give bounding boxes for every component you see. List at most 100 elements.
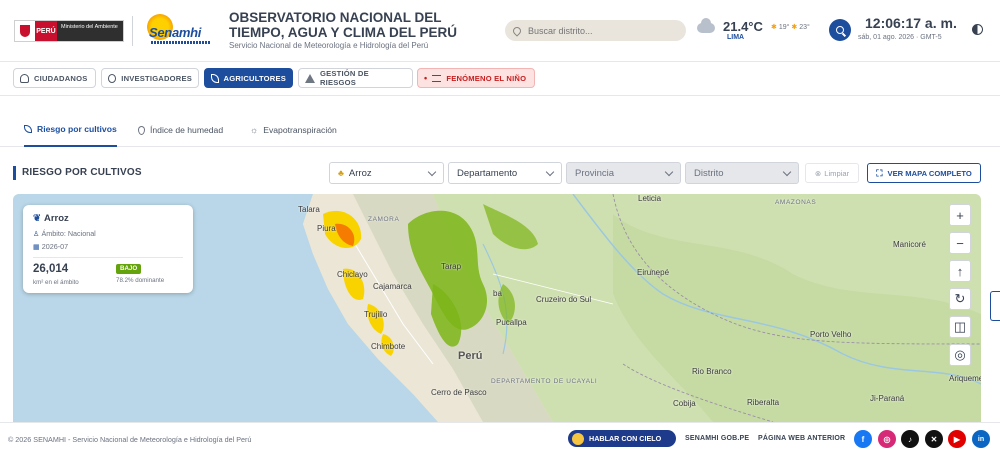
drop-icon [138, 125, 145, 135]
nav-fenomeno-nino[interactable]: • FENÓMENO EL NIÑO [417, 68, 535, 88]
clear-icon: ⊗ [814, 168, 822, 178]
nav-label: INVESTIGADORES [121, 73, 192, 83]
district-select[interactable]: Distrito [685, 162, 799, 184]
expand-icon: ⛶ [876, 167, 883, 178]
max-temp-icon: ✱ [791, 24, 798, 31]
warning-icon [305, 73, 315, 83]
province-select[interactable]: Provincia [566, 162, 681, 184]
refresh-icon: ↻ [954, 291, 966, 306]
arrow-up-icon: ↑ [956, 263, 964, 279]
zoom-out-button[interactable]: − [949, 232, 971, 254]
department-select-value: Departamento [457, 167, 518, 179]
map-label: ba [493, 289, 502, 298]
chat-cielo-button[interactable]: HABLAR CON CIELO [568, 430, 676, 447]
card-scope: ♙ Ámbito: Nacional [33, 229, 96, 238]
3d-view-button[interactable]: ◫ [949, 316, 971, 338]
previous-site-link[interactable]: PÁGINA WEB ANTERIOR [758, 435, 845, 442]
leaf-icon [211, 73, 219, 83]
nav-label: FENÓMENO EL NIÑO [446, 73, 527, 83]
senamhi-link[interactable]: SENAMHI GOB.PE [685, 435, 749, 442]
calendar-icon: ▦ [33, 242, 40, 251]
full-map-label: VER MAPA COMPLETO [887, 168, 972, 178]
location-pin-icon [511, 24, 523, 37]
map-label: Ariquemes [949, 374, 981, 383]
senamhi-logo[interactable]: Senamhi [145, 12, 215, 50]
map-label: Pucallpa [496, 318, 527, 327]
ministry-logo[interactable]: PERÚ Ministerio del Ambiente [14, 20, 124, 42]
user-icon: ♙ [33, 229, 40, 238]
tiktok-icon[interactable]: ♪ [901, 430, 919, 448]
search-button[interactable] [829, 19, 851, 41]
card-crop-label: Arroz [43, 213, 69, 224]
feedback-side-tab[interactable] [990, 291, 1000, 321]
map-region-label: ZAMORA [368, 216, 400, 223]
max-temp: 23° [799, 24, 810, 31]
map-label: Eirunepé [637, 268, 670, 277]
date-label: sáb, 01 ago. 2026 · GMT-5 [858, 34, 942, 41]
north-button[interactable]: ↑ [949, 260, 971, 282]
tab-evapotranspiracion[interactable]: ☼ Evapotranspiración [250, 113, 337, 147]
card-crop-name: ❦ Arroz [33, 213, 69, 224]
youtube-icon[interactable]: ▶ [948, 430, 966, 448]
nav-investigadores[interactable]: INVESTIGADORES [101, 68, 199, 88]
department-select[interactable]: Departamento [448, 162, 562, 184]
map-label: Ji-Paraná [870, 394, 905, 403]
tab-label: Riesgo por cultivos [37, 124, 117, 134]
header: PERÚ Ministerio del Ambiente Senamhi OBS… [0, 0, 1000, 62]
map-region-label: DEPARTAMENTO DE UCAYALI [491, 378, 598, 385]
card-area: 26,014 [33, 263, 69, 275]
linkedin-icon[interactable]: in [972, 430, 990, 448]
nav-ciudadanos[interactable]: CIUDADANOS [13, 68, 96, 88]
card-dominant: 78.2% dominante [116, 277, 165, 284]
logo-divider [132, 16, 133, 46]
map-label: Cobija [673, 399, 696, 408]
peru-label: PERÚ [35, 21, 57, 41]
theme-toggle-icon[interactable] [972, 24, 983, 35]
clear-button[interactable]: ⊗ Limpiar [805, 163, 859, 183]
map-label: Trujillo [364, 310, 388, 319]
coat-of-arms-icon [15, 21, 35, 41]
map-region-label: AMAZONAS [775, 199, 817, 206]
crop-select-value: Arroz [348, 167, 372, 179]
map-label: Manicoré [893, 240, 926, 249]
reset-view-button[interactable]: ↻ [949, 288, 971, 310]
card-divider [33, 257, 183, 258]
nav-label: AGRICULTORES [223, 73, 286, 83]
wheat-icon: ♣ [338, 168, 344, 178]
audience-nav: CIUDADANOS INVESTIGADORES AGRICULTORES G… [0, 62, 1000, 96]
province-select-value: Provincia [575, 167, 615, 179]
dot-icon: • [424, 73, 428, 83]
district-search-input[interactable] [528, 25, 678, 36]
card-period: ▦ 2026-07 [33, 242, 68, 251]
full-map-button[interactable]: ⛶ VER MAPA COMPLETO [867, 163, 981, 183]
chevron-down-icon [664, 167, 674, 177]
min-temp-icon: ✱ [771, 24, 777, 31]
tab-riesgo-cultivos[interactable]: Riesgo por cultivos [24, 113, 117, 147]
nav-agricultores[interactable]: AGRICULTORES [204, 68, 293, 88]
locate-button[interactable]: ◎ [949, 344, 971, 366]
weather-widget: 21.4°C ✱ 19° ✱ 23° LIMA [697, 17, 817, 45]
assistant-avatar-icon [572, 432, 584, 445]
district-search[interactable] [505, 20, 686, 41]
risk-badge: BAJO [116, 264, 142, 274]
tab-label: Evapotranspiración [263, 125, 337, 135]
nav-gestion-riesgos[interactable]: GESTIÓN DE RIESGOS [298, 68, 413, 88]
subtabs: Riesgo por cultivos Índice de humedad ☼ … [0, 113, 1000, 147]
twitter-icon[interactable]: ✕ [925, 430, 943, 448]
leaf-icon: ❦ [33, 213, 41, 224]
cube-icon: ◫ [953, 319, 967, 334]
zoom-in-button[interactable]: + [949, 204, 971, 226]
instagram-icon[interactable]: ◎ [878, 430, 896, 448]
facebook-icon[interactable]: f [854, 430, 872, 448]
tab-indice-humedad[interactable]: Índice de humedad [138, 113, 223, 147]
nav-label: CIUDADANOS [34, 73, 88, 83]
tab-label: Índice de humedad [150, 125, 224, 135]
chevron-down-icon [545, 167, 555, 177]
map-country-label: Perú [458, 350, 483, 362]
footer: © 2026 SENAMHI - Servicio Nacional de Me… [0, 422, 1000, 452]
crop-select[interactable]: ♣ Arroz [329, 162, 444, 184]
search-icon [108, 73, 117, 83]
card-area-unit: km² en el ámbito [33, 279, 79, 286]
sun-icon: ☼ [250, 125, 259, 135]
page-subtitle: Servicio Nacional de Meteorología e Hidr… [229, 41, 429, 50]
